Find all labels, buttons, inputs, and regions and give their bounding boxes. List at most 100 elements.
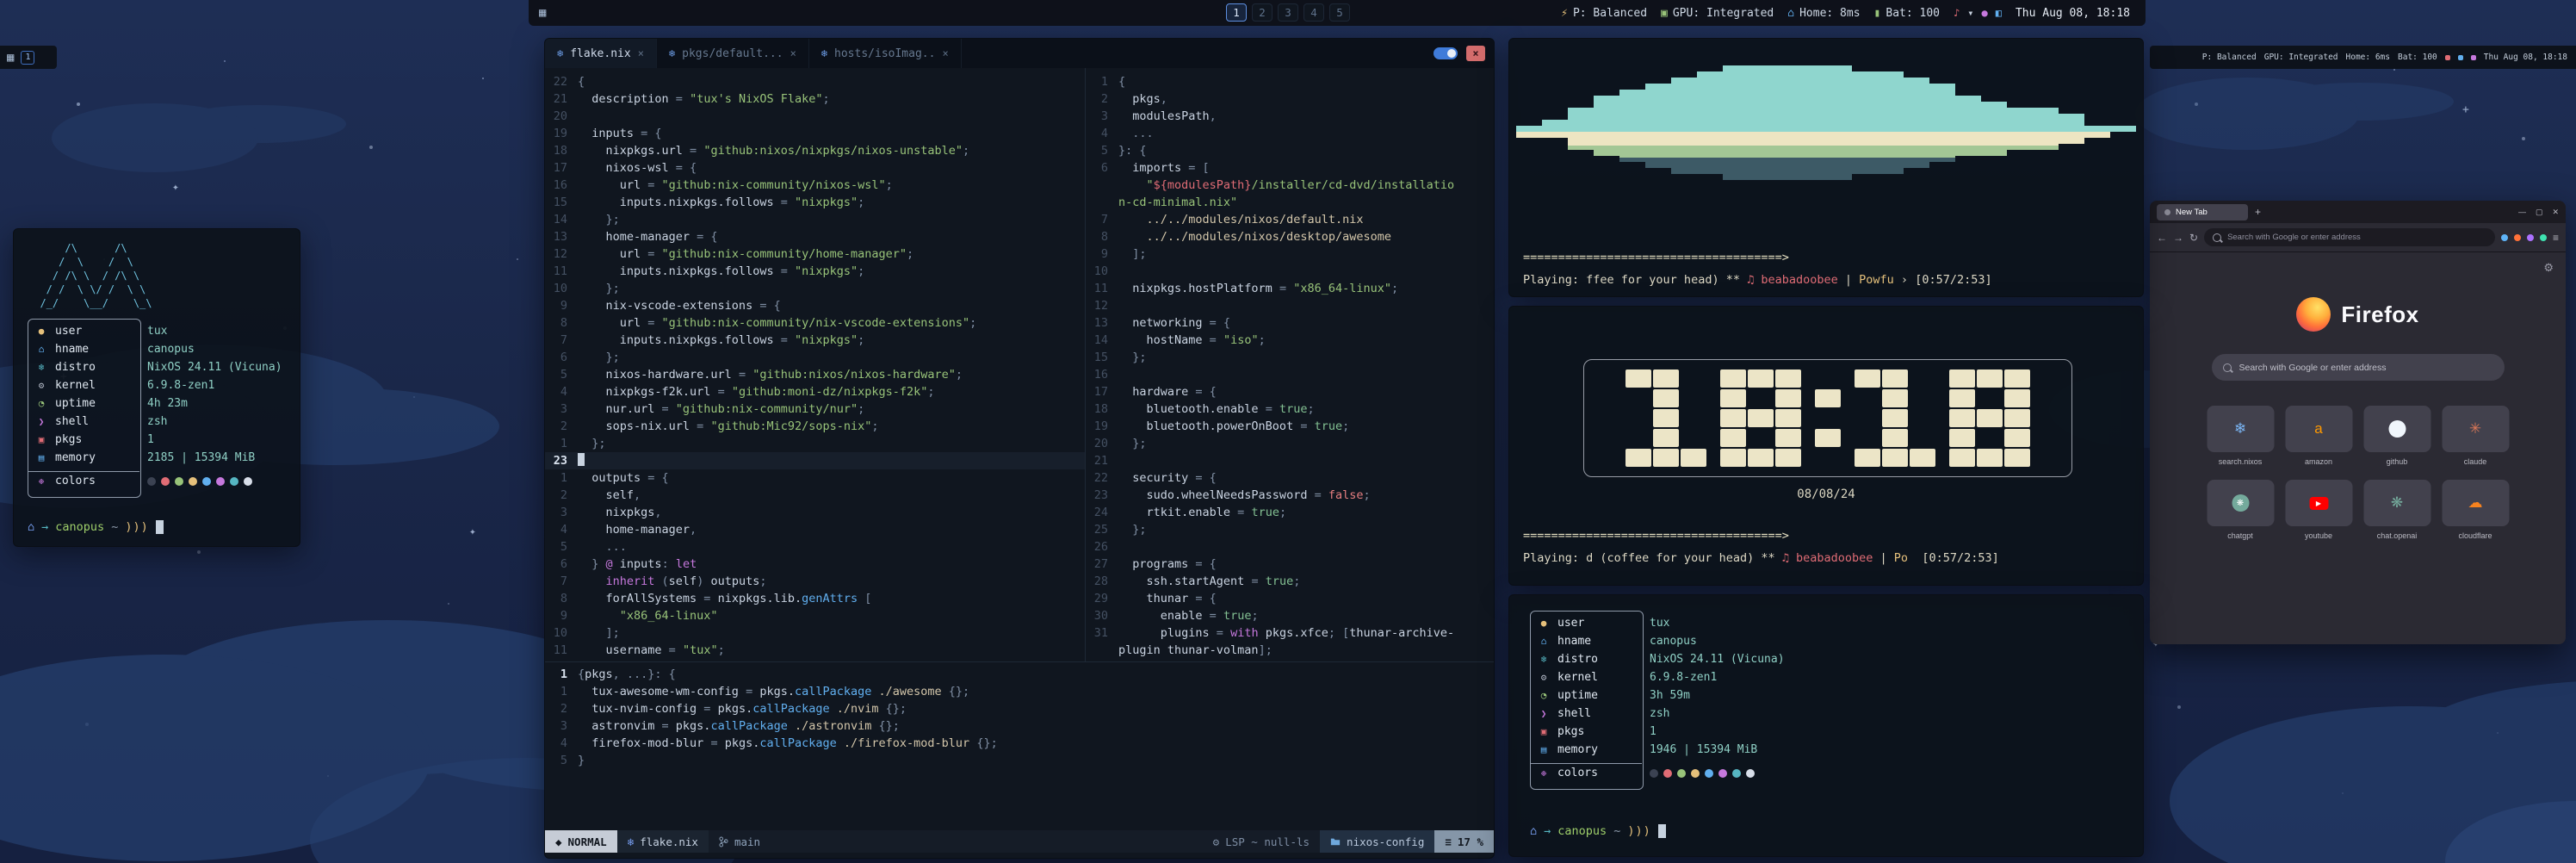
split-iso-image[interactable]: 1{2 pkgs,3 modulesPath,4 ...5}: {6 impor… [1086,68,1494,661]
workspace-button-4[interactable]: 4 [1303,3,1324,22]
ascii-art: /\ /\ / \ / \ / /\ \ / /\ \ / / \ \/ / \… [28,241,300,310]
line-number: 7 [1086,211,1118,228]
extension-icon[interactable] [2527,234,2534,241]
token: rtkit.enable [1118,506,1230,519]
token: ../../modules/nixos/desktop/awesome [1118,230,1391,244]
shortcut-github[interactable]: github [2363,406,2430,466]
terminal-clock[interactable]: 08/08/24 ===============================… [1508,306,2144,586]
line-number: 13 [545,228,578,245]
terminal-fastfetch-right[interactable]: ●usertux⌂hnamecanopus❄distroNixOS 24.11 … [1508,594,2144,857]
fetch-row-label: shell [1553,707,1636,720]
line-number: 1 [1086,73,1118,90]
url-bar[interactable]: Search with Google or enter address [2204,228,2495,246]
code-line: 14 hostName = "iso"; [1086,332,1494,349]
split-flake-nix[interactable]: 22{21 description = "tux's NixOS Flake";… [545,68,1085,661]
menu-button[interactable]: ≡ [2553,232,2559,244]
browser-tab-new-tab[interactable]: New Tab [2157,204,2248,220]
toggle-switch[interactable] [1434,47,1458,59]
editor-tab-pkgs-default-[interactable]: ❄pkgs/default...× [657,39,809,68]
code-line: 9 ]; [1086,245,1494,263]
code-text: }: { [1118,142,1147,159]
code-text: bluetooth.powerOnBoot = true; [1118,418,1349,435]
clock-cell [1775,369,1801,388]
extension-icon[interactable] [2514,234,2521,241]
code-text: home-manager, [578,521,697,538]
line-number: 25 [1086,521,1118,538]
clock-cell [1653,389,1679,407]
split-pkgs-default[interactable]: 1{pkgs, ...}: {1 tux-awesome-wm-config =… [545,662,1494,834]
tray-icon[interactable]: ♪ [1954,7,1960,19]
back-button[interactable]: ← [2157,232,2167,244]
shortcut-chat-openai[interactable]: ❋chat.openai [2363,480,2430,540]
tray-icon[interactable]: ● [1981,7,1987,19]
reload-button[interactable]: ↻ [2189,232,2198,244]
menu-icon[interactable]: ▦ [539,6,546,20]
token: ./awesome [871,685,941,698]
code-text: tux-nvim-config = pkgs.callPackage ./nvi… [578,700,907,717]
tab-close-icon[interactable]: × [942,47,948,59]
clock-cell [1882,449,1908,467]
newtab-search-input[interactable]: Search with Google or enter address [2212,354,2505,381]
token: pkgs.xfce [1259,626,1328,640]
code-line: 2 sops-nix.url = "github:Mic92/sops-nix"… [545,418,1085,435]
minimize-button[interactable]: — [2518,208,2526,217]
shortcut-youtube[interactable]: ▶youtube [2285,480,2352,540]
fetch-row-icon: ▣ [1534,726,1553,737]
workspace-button-3[interactable]: 3 [1278,3,1298,22]
tray-icon[interactable]: ◧ [1996,7,2002,19]
token: = { [641,471,669,485]
code-text: security = { [1118,469,1217,487]
visualizer-bar [1723,146,1749,158]
token: , [690,523,697,537]
token: { [1118,75,1125,89]
prompt-host: canopus [55,520,104,534]
editor-tabline: ❄flake.nix×❄pkgs/default...×❄hosts/isoIm… [545,39,1494,68]
tab-close-icon[interactable]: × [790,47,796,59]
workspace-button-5[interactable]: 5 [1329,3,1350,22]
workspace-tag[interactable]: 1 [21,51,34,65]
new-tab-button[interactable]: + [2255,206,2261,218]
shortcut-amazon[interactable]: aamazon [2285,406,2352,466]
tray-icon[interactable]: ▾ [1967,7,1973,19]
maximize-button[interactable]: ▢ [2536,208,2543,217]
token: false [1328,488,1364,502]
terminal-fastfetch-left[interactable]: /\ /\ / \ / \ / /\ \ / /\ \ / / \ \/ / \… [13,228,300,547]
code-line: 18 nixpkgs.url = "github:nixos/nixpkgs/n… [545,142,1085,159]
mode-label: NORMAL [568,835,607,848]
search-icon [2213,233,2221,242]
token: = [ [1181,161,1210,175]
workspace-button-1[interactable]: 1 [1226,3,1247,22]
position-segment: ≡ 17 % [1434,830,1494,853]
extension-icon[interactable] [2501,234,2508,241]
shell-prompt[interactable]: ⌂→canopus~))) [1530,824,1666,838]
editor-tab-hosts-isoimag-[interactable]: ❄hosts/isoImag..× [809,39,962,68]
token: = [1307,488,1328,502]
clock-cell [1720,369,1746,388]
close-button[interactable]: ✕ [2552,208,2559,217]
visualizer-bar [1542,132,1568,138]
shortcut-chatgpt[interactable]: ❋chatgpt [2207,480,2274,540]
token: = [683,144,703,158]
menu-icon[interactable]: ▦ [7,51,14,65]
code-text: plugin thunar-volman]; [1118,642,1273,659]
token: "github:nix-community/nix-vscode-extensi… [662,316,970,330]
personalize-gear-icon[interactable]: ⚙ [2543,261,2554,275]
status-text: P: Balanced [1573,7,1647,20]
tab-close-icon[interactable]: × [638,47,644,59]
shortcut-claude[interactable]: ✳claude [2442,406,2509,466]
forward-button[interactable]: → [2173,232,2183,244]
shortcut-cloudflare[interactable]: ☁cloudflare [2442,480,2509,540]
close-button[interactable]: × [1466,46,1485,61]
shortcut-search-nixos[interactable]: ❄search.nixos [2207,406,2274,466]
shell-prompt[interactable]: ⌂→canopus~))) [28,520,164,534]
token: "github:moni-dz/nixpkgs-f2k" [732,385,928,399]
clock: Thu Aug 08, 18:18 [2016,7,2130,20]
visualizer-bar [2033,146,2059,150]
token: ; [858,402,864,416]
extension-icon[interactable] [2540,234,2547,241]
terminal-visualizer[interactable]: =====================================> P… [1508,38,2144,297]
workspace-button-2[interactable]: 2 [1252,3,1273,22]
code-text: inputs.nixpkgs.follows = "nixpkgs"; [578,263,864,280]
visualizer-bar [1749,132,1774,146]
editor-tab-flake-nix[interactable]: ❄flake.nix× [545,39,657,68]
